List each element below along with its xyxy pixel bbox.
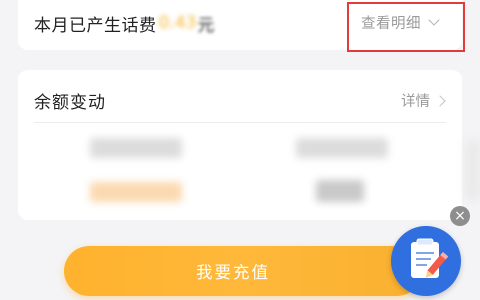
close-icon[interactable]: × <box>450 206 470 226</box>
redacted-change-label <box>296 138 388 158</box>
charge-amount: 0.43 <box>158 13 197 33</box>
balance-change-title: 余额变动 <box>34 93 106 113</box>
charge-summary-card: 本月已产生话费 0.43 元 查看明细 <box>18 0 465 52</box>
recharge-button-label: 我要充值 <box>196 263 270 282</box>
chevron-down-icon <box>428 14 440 26</box>
charge-label: 本月已产生话费 <box>34 15 157 36</box>
details-label: 详情 <box>401 94 430 110</box>
edit-note-fab[interactable] <box>391 226 461 296</box>
chevron-right-icon <box>434 94 446 107</box>
redacted-balance-value <box>90 182 182 202</box>
redacted-balance-label <box>90 138 182 158</box>
balance-change-card: 余额变动 详情 <box>18 70 462 220</box>
divider <box>34 122 446 123</box>
edit-note-icon <box>411 238 449 278</box>
view-detail-link[interactable]: 查看明细 <box>347 2 465 52</box>
charge-summary-row: 本月已产生话费 0.43 元 <box>34 8 214 38</box>
redacted-change-value <box>316 180 364 202</box>
view-detail-label: 查看明细 <box>361 16 421 32</box>
recharge-button[interactable]: 我要充值 <box>64 246 422 296</box>
charge-unit: 元 <box>197 15 215 36</box>
redacted-side-element <box>466 140 480 200</box>
details-link[interactable]: 详情 <box>401 90 446 111</box>
